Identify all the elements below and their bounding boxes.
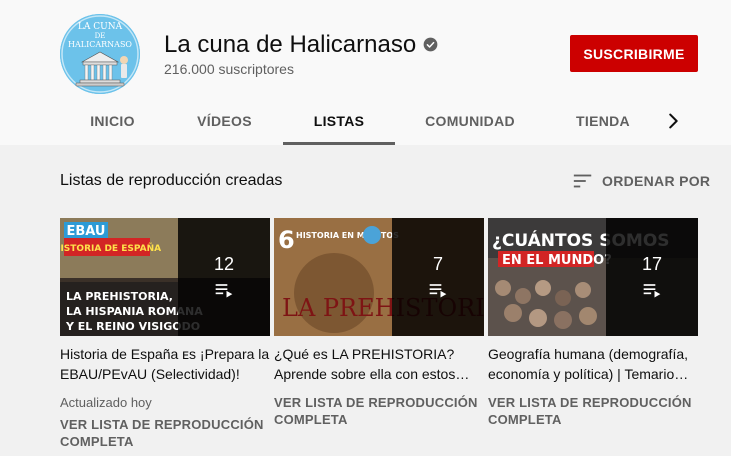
playlist-play-icon: [429, 284, 447, 298]
playlist-play-icon: [215, 284, 233, 298]
channel-header: LA CUNA DE HALICARNASO La cuna de Halica…: [0, 0, 731, 145]
video-count: 12: [213, 254, 235, 274]
subscriber-count: 216.000 suscriptores: [164, 61, 294, 77]
view-full-playlist-link[interactable]: VER LISTA DE REPRODUCCIÓN COMPLETA: [60, 416, 270, 450]
playlist-title[interactable]: Historia de España ᴇs ¡Prepara la EBAU/P…: [60, 344, 270, 384]
tab-inicio[interactable]: INICIO: [80, 97, 145, 145]
tab-comunidad[interactable]: COMUNIDAD: [419, 97, 521, 145]
view-full-playlist-link[interactable]: VER LISTA DE REPRODUCCIÓN COMPLETA: [274, 394, 484, 428]
playlist-thumbnail[interactable]: 6 HISTORIA EN MINUTOS LA PREHISTORIA 7: [274, 218, 484, 336]
channel-tabs: INICIO VÍDEOS LISTAS COMUNIDAD TIENDA: [0, 97, 731, 145]
tab-tienda[interactable]: TIENDA: [566, 97, 640, 145]
playlist-count-overlay: 7: [392, 218, 484, 336]
tab-videos[interactable]: VÍDEOS: [188, 97, 261, 145]
playlist-card: EBAU HISTORIA DE ESPAÑA LA PREHISTORIA, …: [60, 218, 270, 450]
subscribe-button[interactable]: SUSCRIBIRME: [570, 35, 698, 72]
svg-text:HALICARNASO: HALICARNASO: [68, 40, 132, 49]
playlist-thumbnail[interactable]: EBAU HISTORIA DE ESPAÑA LA PREHISTORIA, …: [60, 218, 270, 336]
svg-text:DE: DE: [95, 32, 106, 40]
playlist-count-overlay: 12: [178, 218, 270, 336]
svg-text:6: 6: [278, 226, 295, 254]
svg-text:LA CUNA: LA CUNA: [78, 22, 123, 32]
playlist-title[interactable]: ¿Qué es LA PREHISTORIA? Aprende sobre el…: [274, 344, 484, 384]
video-count: 7: [432, 254, 443, 274]
chevron-right-icon[interactable]: [662, 110, 684, 132]
svg-text:EBAU: EBAU: [66, 224, 105, 239]
channel-name: La cuna de Halicarnaso: [164, 31, 417, 58]
sort-by-button[interactable]: ORDENAR POR: [572, 170, 710, 192]
svg-text:HISTORIA DE ESPAÑA: HISTORIA DE ESPAÑA: [60, 243, 161, 254]
video-count: 17: [641, 254, 663, 274]
section-title: Listas de reproducción creadas: [60, 172, 283, 189]
verified-badge-icon: [423, 37, 438, 52]
view-full-playlist-link[interactable]: VER LISTA DE REPRODUCCIÓN COMPLETA: [488, 394, 698, 428]
playlist-card: ¿CUÁNTOS SOMOS EN EL MUNDO? 17 Geografía…: [488, 218, 698, 428]
sort-icon: [573, 174, 592, 188]
channel-avatar[interactable]: LA CUNA DE HALICARNASO: [60, 14, 140, 94]
playlist-card: 6 HISTORIA EN MINUTOS LA PREHISTORIA 7 ¿…: [274, 218, 484, 428]
sort-label: ORDENAR POR: [602, 173, 711, 189]
svg-text:HISTORIA EN MINUTOS: HISTORIA EN MINUTOS: [296, 231, 399, 240]
tab-listas[interactable]: LISTAS: [283, 97, 395, 145]
playlist-play-icon: [643, 284, 661, 298]
playlist-count-overlay: 17: [606, 218, 698, 336]
svg-text:LA PREHISTORIA,: LA PREHISTORIA,: [66, 290, 173, 303]
temple-logo-icon: LA CUNA DE HALICARNASO: [60, 14, 140, 94]
playlist-updated: Actualizado hoy: [60, 395, 152, 410]
playlist-thumbnail[interactable]: ¿CUÁNTOS SOMOS EN EL MUNDO? 17: [488, 218, 698, 336]
playlist-title[interactable]: Geografía humana (demografía, economía y…: [488, 344, 698, 384]
svg-text:EN EL MUNDO?: EN EL MUNDO?: [502, 253, 612, 268]
